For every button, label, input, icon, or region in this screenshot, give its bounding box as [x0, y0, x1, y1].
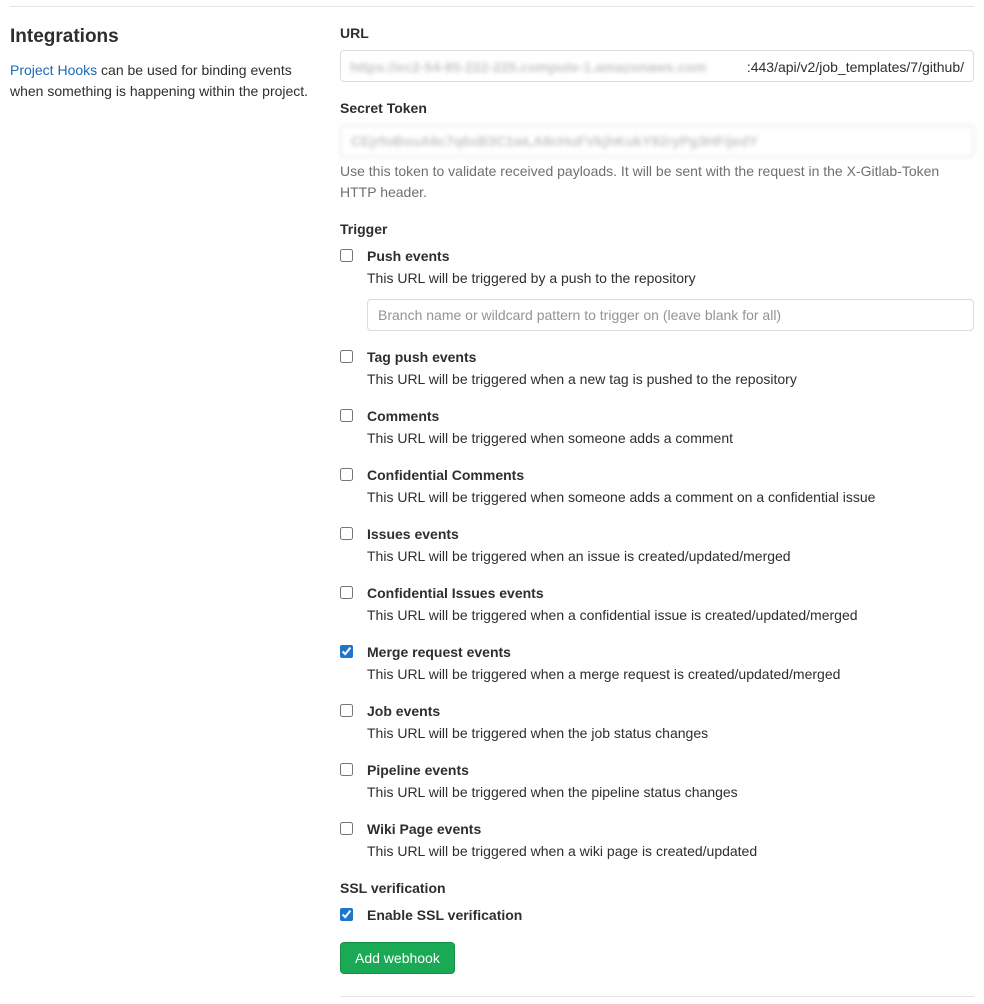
trigger-job-checkbox[interactable]: [340, 704, 353, 717]
trigger-merge-checkbox[interactable]: [340, 645, 353, 658]
trigger-wiki: Wiki Page eventsThis URL will be trigger…: [340, 819, 974, 862]
trigger-job-desc: This URL will be triggered when the job …: [367, 723, 974, 744]
url-input[interactable]: [340, 50, 974, 82]
settings-sidebar: Integrations Project Hooks can be used f…: [10, 23, 310, 997]
trigger-issues-desc: This URL will be triggered when an issue…: [367, 546, 974, 567]
trigger-pipeline-checkbox[interactable]: [340, 763, 353, 776]
top-divider: [10, 6, 974, 7]
trigger-pipeline: Pipeline eventsThis URL will be triggere…: [340, 760, 974, 803]
trigger-merge-desc: This URL will be triggered when a merge …: [367, 664, 974, 685]
trigger-tag-push: Tag push eventsThis URL will be triggere…: [340, 347, 974, 390]
secret-token-label: Secret Token: [340, 98, 974, 119]
trigger-issues: Issues eventsThis URL will be triggered …: [340, 524, 974, 567]
trigger-issues-checkbox[interactable]: [340, 527, 353, 540]
trigger-wiki-title: Wiki Page events: [367, 819, 974, 840]
trigger-wiki-checkbox[interactable]: [340, 822, 353, 835]
trigger-conf-issues-checkbox[interactable]: [340, 586, 353, 599]
trigger-merge-title: Merge request events: [367, 642, 974, 663]
push-branch-filter-input[interactable]: [367, 299, 974, 331]
trigger-comments-desc: This URL will be triggered when someone …: [367, 428, 974, 449]
trigger-job: Job eventsThis URL will be triggered whe…: [340, 701, 974, 744]
trigger-conf-comments-desc: This URL will be triggered when someone …: [367, 487, 974, 508]
trigger-merge: Merge request eventsThis URL will be tri…: [340, 642, 974, 685]
project-hooks-link[interactable]: Project Hooks: [10, 62, 97, 78]
enable-ssl-title: Enable SSL verification: [367, 905, 974, 926]
trigger-pipeline-desc: This URL will be triggered when the pipe…: [367, 782, 974, 803]
trigger-conf-issues-desc: This URL will be triggered when a confid…: [367, 605, 974, 626]
trigger-tag-push-checkbox[interactable]: [340, 350, 353, 363]
add-webhook-button[interactable]: Add webhook: [340, 942, 455, 974]
trigger-conf-comments: Confidential CommentsThis URL will be tr…: [340, 465, 974, 508]
enable-ssl-checkbox[interactable]: [340, 908, 353, 921]
trigger-push-title: Push events: [367, 246, 974, 267]
secret-token-input[interactable]: [340, 125, 974, 157]
trigger-tag-push-desc: This URL will be triggered when a new ta…: [367, 369, 974, 390]
trigger-conf-comments-title: Confidential Comments: [367, 465, 974, 486]
integrations-heading: Integrations: [10, 23, 310, 52]
url-label: URL: [340, 23, 974, 44]
bottom-divider: [340, 996, 974, 997]
trigger-comments: CommentsThis URL will be triggered when …: [340, 406, 974, 449]
trigger-conf-issues: Confidential Issues eventsThis URL will …: [340, 583, 974, 626]
trigger-tag-push-title: Tag push events: [367, 347, 974, 368]
trigger-comments-title: Comments: [367, 406, 974, 427]
webhook-form: URL https://ec2-54-85-222-225.compute-1.…: [340, 23, 974, 997]
trigger-conf-comments-checkbox[interactable]: [340, 468, 353, 481]
trigger-label: Trigger: [340, 219, 974, 240]
trigger-push: Push eventsThis URL will be triggered by…: [340, 246, 974, 331]
trigger-conf-issues-title: Confidential Issues events: [367, 583, 974, 604]
trigger-issues-title: Issues events: [367, 524, 974, 545]
trigger-comments-checkbox[interactable]: [340, 409, 353, 422]
trigger-push-desc: This URL will be triggered by a push to …: [367, 268, 974, 289]
trigger-pipeline-title: Pipeline events: [367, 760, 974, 781]
integrations-description: Project Hooks can be used for binding ev…: [10, 60, 310, 102]
secret-token-help: Use this token to validate received payl…: [340, 161, 974, 203]
ssl-verification-label: SSL verification: [340, 878, 974, 899]
trigger-job-title: Job events: [367, 701, 974, 722]
trigger-wiki-desc: This URL will be triggered when a wiki p…: [367, 841, 974, 862]
trigger-push-checkbox[interactable]: [340, 249, 353, 262]
